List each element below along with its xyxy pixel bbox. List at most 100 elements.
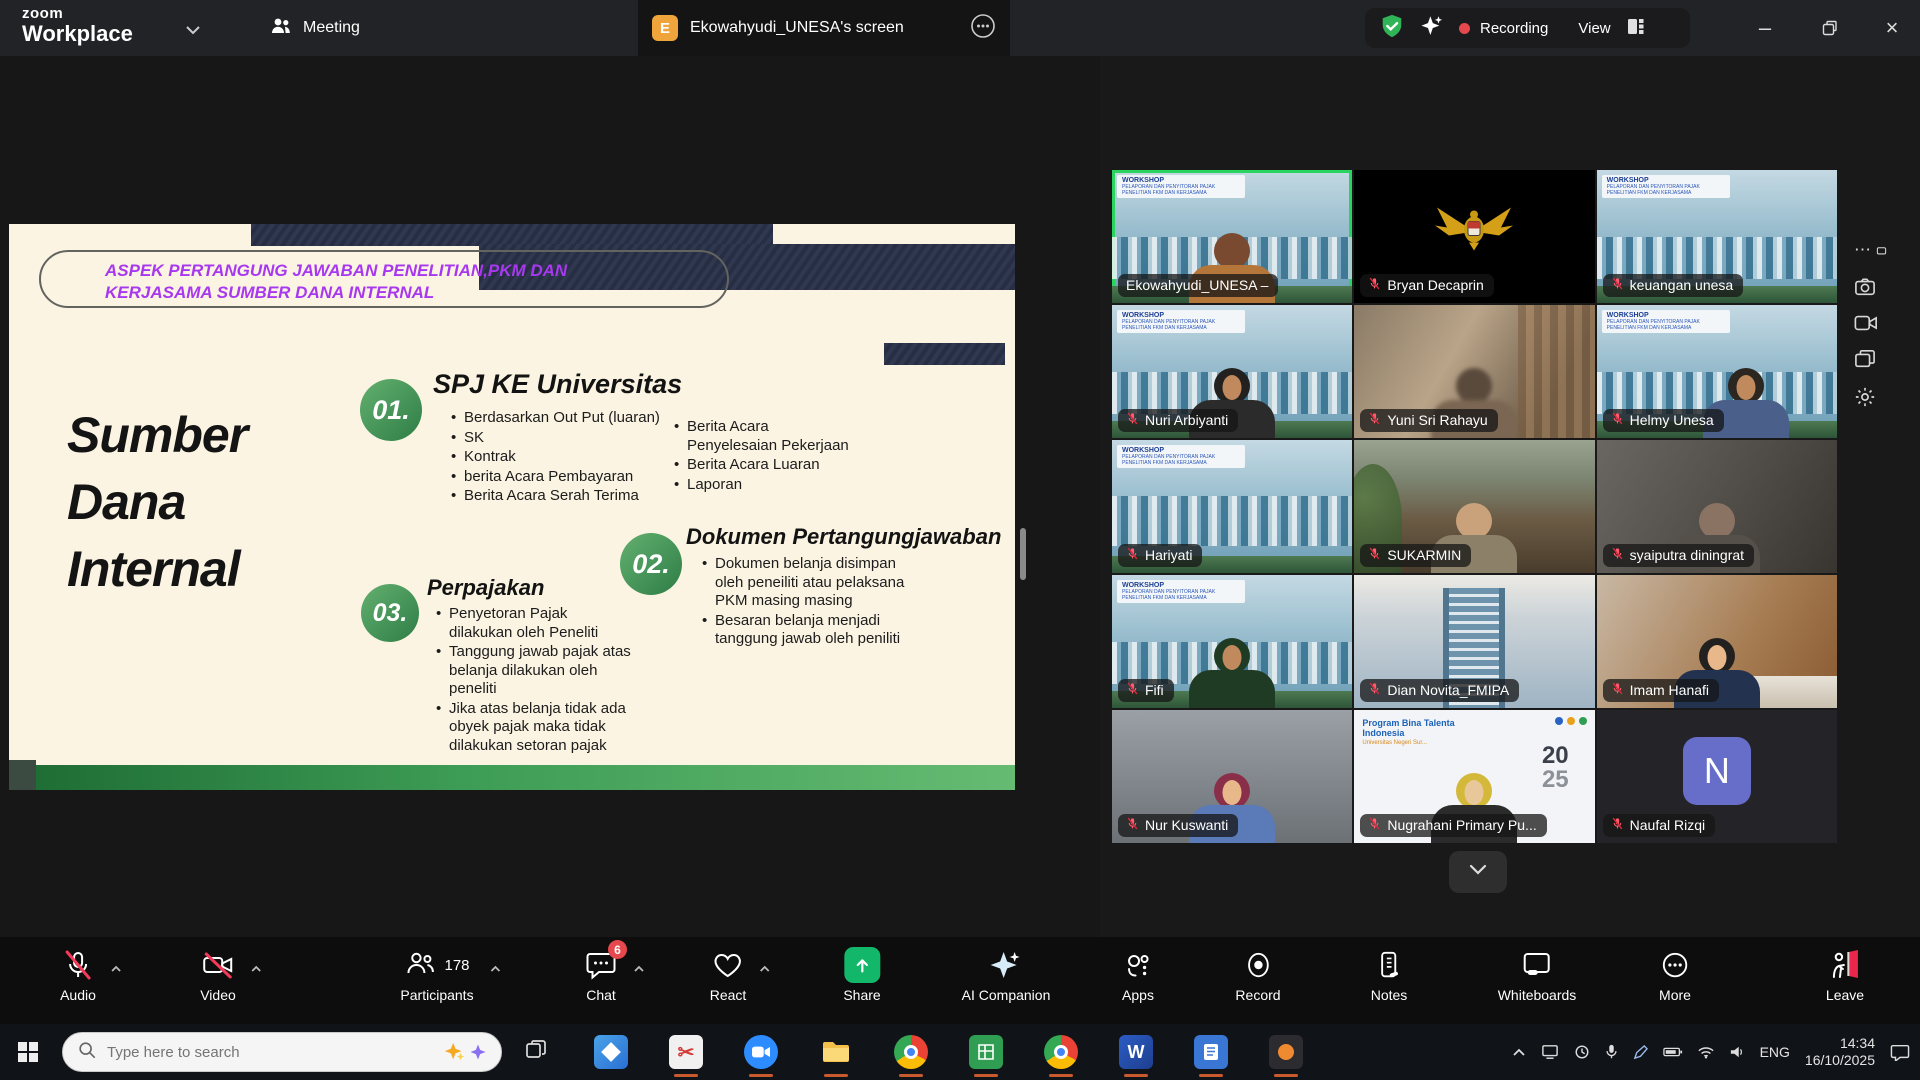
participant-name-chip: SUKARMIN <box>1360 544 1471 567</box>
participant-name-chip: Naufal Rizqi <box>1603 814 1715 837</box>
view-button-label[interactable]: View <box>1578 20 1610 37</box>
tab-meeting[interactable]: Meeting <box>255 0 374 56</box>
tab-screen-share[interactable]: E Ekowahyudi_UNESA's screen <box>638 0 1010 56</box>
chevron-up-icon[interactable] <box>758 960 770 978</box>
snipping-tool-app-icon[interactable]: ✂ <box>669 1035 703 1069</box>
participants-button[interactable]: 178 Participants <box>400 946 473 1003</box>
ai-companion-button[interactable]: AI Companion <box>962 946 1051 1003</box>
view-layout-icon[interactable] <box>1625 15 1647 42</box>
participant-name-chip: Imam Hanafi <box>1603 679 1719 702</box>
zoom-app-icon[interactable] <box>744 1035 778 1069</box>
virtual-bg-banner: WORKSHOPPELAPORAN DAN PENYITORAN PAJAKPE… <box>1602 175 1730 198</box>
photo-camera-icon[interactable] <box>1854 277 1876 297</box>
chevron-up-icon[interactable] <box>633 960 645 978</box>
whiteboards-button[interactable]: Whiteboards <box>1498 946 1577 1003</box>
leave-button[interactable]: Leave <box>1826 946 1864 1003</box>
participant-name-chip: Nur Kuswanti <box>1118 814 1238 837</box>
participant-tile[interactable]: syaiputra diningrat <box>1597 440 1837 573</box>
chevron-down-icon[interactable] <box>185 22 201 40</box>
participant-tile[interactable]: WORKSHOPPELAPORAN DAN PENYITORAN PAJAKPE… <box>1597 170 1837 303</box>
participant-tile[interactable]: WORKSHOPPELAPORAN DAN PENYITORAN PAJAKPE… <box>1112 575 1352 708</box>
slide-decoration-bar <box>884 343 1005 365</box>
notification-icon[interactable] <box>1890 1043 1910 1061</box>
share-tab-title: Ekowahyudi_UNESA's screen <box>690 19 958 37</box>
participant-tile[interactable]: WORKSHOPPELAPORAN DAN PENYITORAN PAJAKPE… <box>1112 170 1352 303</box>
document-app-icon[interactable] <box>1194 1035 1228 1069</box>
copilot-sparkle-icon[interactable] <box>444 1041 487 1063</box>
section-bullets: Dokumen belanja disimpan oleh peneiliti … <box>701 555 906 650</box>
zoom-logo-text: zoom <box>22 6 133 21</box>
apps-button[interactable]: Apps <box>1122 946 1154 1003</box>
volume-icon[interactable] <box>1729 1045 1745 1059</box>
system-tray: ENG 14:34 16/10/2025 <box>1512 1035 1920 1069</box>
participant-tile[interactable]: SUKARMIN <box>1354 440 1594 573</box>
participant-tile[interactable]: Dian Novita_FMIPA <box>1354 575 1594 708</box>
share-button[interactable]: Share <box>843 946 880 1003</box>
green-app-icon[interactable] <box>969 1035 1003 1069</box>
chevron-up-icon[interactable] <box>490 960 502 978</box>
taskbar-clock[interactable]: 14:34 16/10/2025 <box>1805 1035 1875 1069</box>
share-tab-badge: E <box>652 15 678 41</box>
participant-tile[interactable]: WORKSHOPPELAPORAN DAN PENYITORAN PAJAKPE… <box>1112 305 1352 438</box>
windows-layout-icon[interactable] <box>1854 349 1876 369</box>
chat-button[interactable]: 6 Chat <box>585 946 617 1003</box>
participant-tile[interactable]: Bryan Decaprin <box>1354 170 1594 303</box>
chrome-app-icon[interactable] <box>894 1035 928 1069</box>
network-icon[interactable] <box>1698 1046 1714 1059</box>
close-button[interactable]: × <box>1862 0 1920 56</box>
gear-icon[interactable] <box>1854 386 1876 408</box>
scroll-participants-button[interactable] <box>1449 851 1507 893</box>
word-app-icon[interactable]: W <box>1119 1035 1153 1069</box>
video-button[interactable]: Video <box>200 946 236 1003</box>
sync-icon[interactable] <box>1574 1044 1590 1060</box>
participant-tile[interactable]: Yuni Sri Rahayu <box>1354 305 1594 438</box>
more-ellipsis-icon <box>1659 946 1691 984</box>
search-input[interactable] <box>107 1044 434 1061</box>
scrollbar-thumb[interactable] <box>1020 528 1026 580</box>
task-view-icon[interactable] <box>524 1038 548 1067</box>
mic-tray-icon[interactable] <box>1605 1044 1618 1060</box>
file-explorer-icon[interactable] <box>819 1035 853 1069</box>
participant-tile[interactable]: N Naufal Rizqi <box>1597 710 1837 843</box>
more-button[interactable]: More <box>1659 946 1691 1003</box>
mic-muted-icon <box>1611 817 1624 833</box>
language-indicator[interactable]: ENG <box>1760 1044 1790 1060</box>
participant-tile[interactable]: Nur Kuswanti <box>1112 710 1352 843</box>
participant-name-chip: Hariyati <box>1118 544 1202 567</box>
taskbar-search[interactable] <box>62 1032 502 1072</box>
notes-button[interactable]: Notes <box>1371 946 1408 1003</box>
minimize-button[interactable]: – <box>1735 0 1795 56</box>
display-icon[interactable] <box>1541 1044 1559 1060</box>
mic-muted-icon <box>1126 817 1139 833</box>
participant-tile[interactable]: Program Bina Talenta Indonesia Universit… <box>1354 710 1594 843</box>
recording-dot <box>1459 23 1470 34</box>
chevron-up-icon[interactable] <box>110 960 122 978</box>
video-camera-icon[interactable] <box>1854 314 1878 332</box>
participant-tile[interactable]: WORKSHOPPELAPORAN DAN PENYITORAN PAJAKPE… <box>1112 440 1352 573</box>
media-app-icon[interactable] <box>1269 1035 1303 1069</box>
participant-name-chip: Nuri Arbiyanti <box>1118 409 1238 432</box>
security-shield-icon[interactable] <box>1379 13 1405 44</box>
chrome-app-icon[interactable] <box>1044 1035 1078 1069</box>
mic-muted-icon <box>1126 547 1139 563</box>
restore-button[interactable] <box>1800 0 1860 56</box>
audio-button[interactable]: Audio <box>60 946 96 1003</box>
pen-icon[interactable] <box>1633 1045 1648 1060</box>
tray-expand-icon[interactable] <box>1512 1048 1526 1057</box>
people-icon <box>269 15 293 42</box>
tab-meeting-label: Meeting <box>303 19 360 37</box>
participant-name-chip: Yuni Sri Rahayu <box>1360 409 1497 432</box>
battery-icon[interactable] <box>1663 1046 1683 1058</box>
chevron-up-icon[interactable] <box>250 960 262 978</box>
start-button[interactable] <box>0 1024 56 1080</box>
photos-app-icon[interactable] <box>594 1035 628 1069</box>
slide-footer-corner <box>9 760 36 790</box>
ellipsis-icon[interactable] <box>970 13 996 44</box>
sparkle-ai-icon[interactable] <box>1419 13 1445 44</box>
chat-icon: 6 <box>585 946 617 984</box>
participant-tile[interactable]: Imam Hanafi <box>1597 575 1837 708</box>
more-options-icon[interactable]: ⋯ <box>1854 240 1887 260</box>
participant-tile[interactable]: WORKSHOPPELAPORAN DAN PENYITORAN PAJAKPE… <box>1597 305 1837 438</box>
record-button[interactable]: Record <box>1235 946 1280 1003</box>
react-button[interactable]: React <box>710 946 747 1003</box>
